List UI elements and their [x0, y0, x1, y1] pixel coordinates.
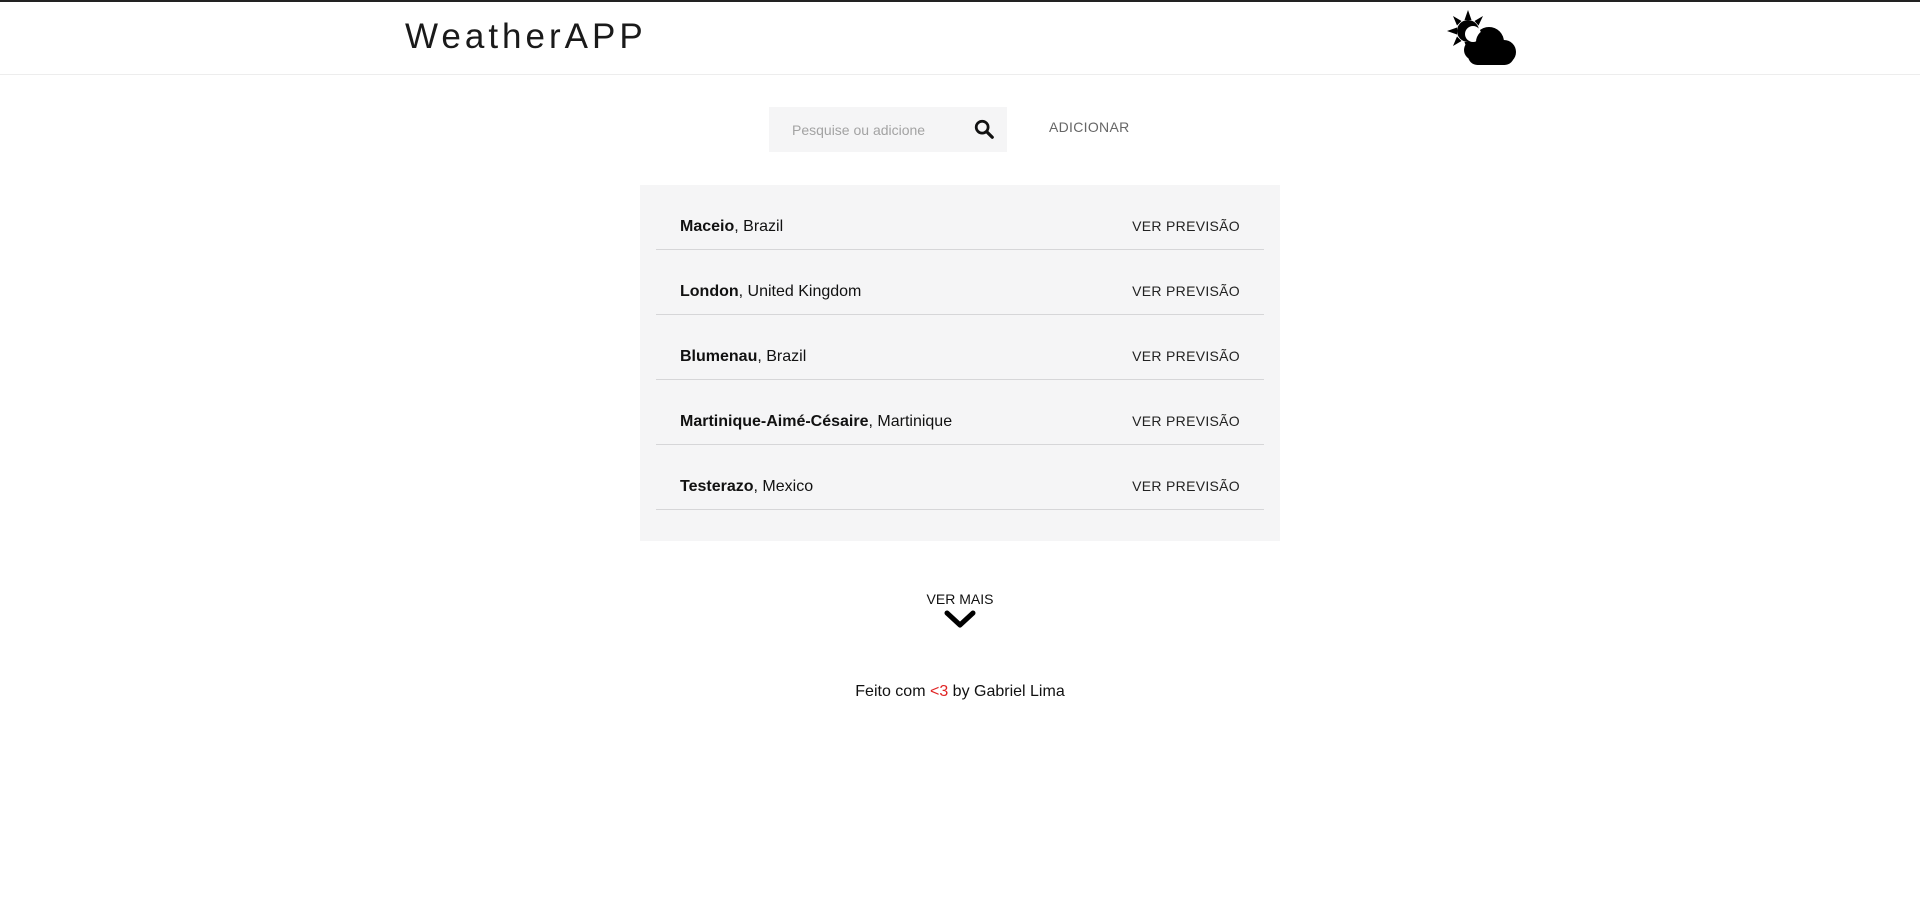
view-forecast-button[interactable]: VER PREVISÃO — [1132, 478, 1240, 494]
city-label: Testerazo, Mexico — [680, 478, 813, 496]
city-label: Maceio, Brazil — [680, 218, 783, 236]
search-button[interactable] — [969, 115, 999, 145]
list-item: Blumenau, Brazil VER PREVISÃO — [656, 315, 1264, 380]
city-country: , Martinique — [868, 413, 953, 430]
city-name: Maceio — [680, 218, 735, 235]
city-name: Testerazo — [680, 478, 754, 495]
city-list: Maceio, Brazil VER PREVISÃO London, Unit… — [640, 185, 1280, 541]
search-box — [769, 107, 1007, 152]
footer-author: by Gabriel Lima — [948, 683, 1065, 700]
search-input[interactable] — [769, 107, 969, 152]
sun-cloud-icon — [1447, 10, 1516, 65]
city-name: Martinique-Aimé-Césaire — [680, 413, 869, 430]
top-bar: WeatherAPP — [0, 0, 1920, 75]
chevron-down-icon — [944, 610, 976, 628]
footer-prefix: Feito com — [855, 683, 930, 700]
city-country: , Mexico — [753, 478, 814, 495]
view-forecast-button[interactable]: VER PREVISÃO — [1132, 348, 1240, 364]
add-button[interactable]: ADICIONAR — [1049, 119, 1130, 135]
search-row: ADICIONAR — [769, 107, 1169, 152]
city-country: , Brazil — [734, 218, 784, 235]
view-forecast-button[interactable]: VER PREVISÃO — [1132, 283, 1240, 299]
list-item: Martinique-Aimé-Césaire, Martinique VER … — [656, 380, 1264, 445]
list-item: London, United Kingdom VER PREVISÃO — [656, 250, 1264, 315]
view-forecast-button[interactable]: VER PREVISÃO — [1132, 413, 1240, 429]
city-country: , Brazil — [757, 348, 807, 365]
heart-text: <3 — [929, 683, 949, 700]
city-label: Blumenau, Brazil — [680, 348, 806, 366]
city-name: Blumenau — [680, 348, 758, 365]
list-item: Maceio, Brazil VER PREVISÃO — [656, 185, 1264, 250]
view-forecast-button[interactable]: VER PREVISÃO — [1132, 218, 1240, 234]
city-country: , United Kingdom — [738, 283, 862, 300]
city-label: London, United Kingdom — [680, 283, 861, 301]
city-name: London — [680, 283, 739, 300]
city-label: Martinique-Aimé-Césaire, Martinique — [680, 413, 952, 431]
footer: Feito com <3 by Gabriel Lima — [0, 683, 1920, 701]
search-icon — [974, 119, 994, 139]
brand-title: WeatherAPP — [405, 17, 647, 56]
see-more-label: VER MAIS — [926, 591, 994, 607]
list-item: Testerazo, Mexico VER PREVISÃO — [656, 445, 1264, 510]
see-more-button[interactable]: VER MAIS — [900, 588, 1020, 632]
